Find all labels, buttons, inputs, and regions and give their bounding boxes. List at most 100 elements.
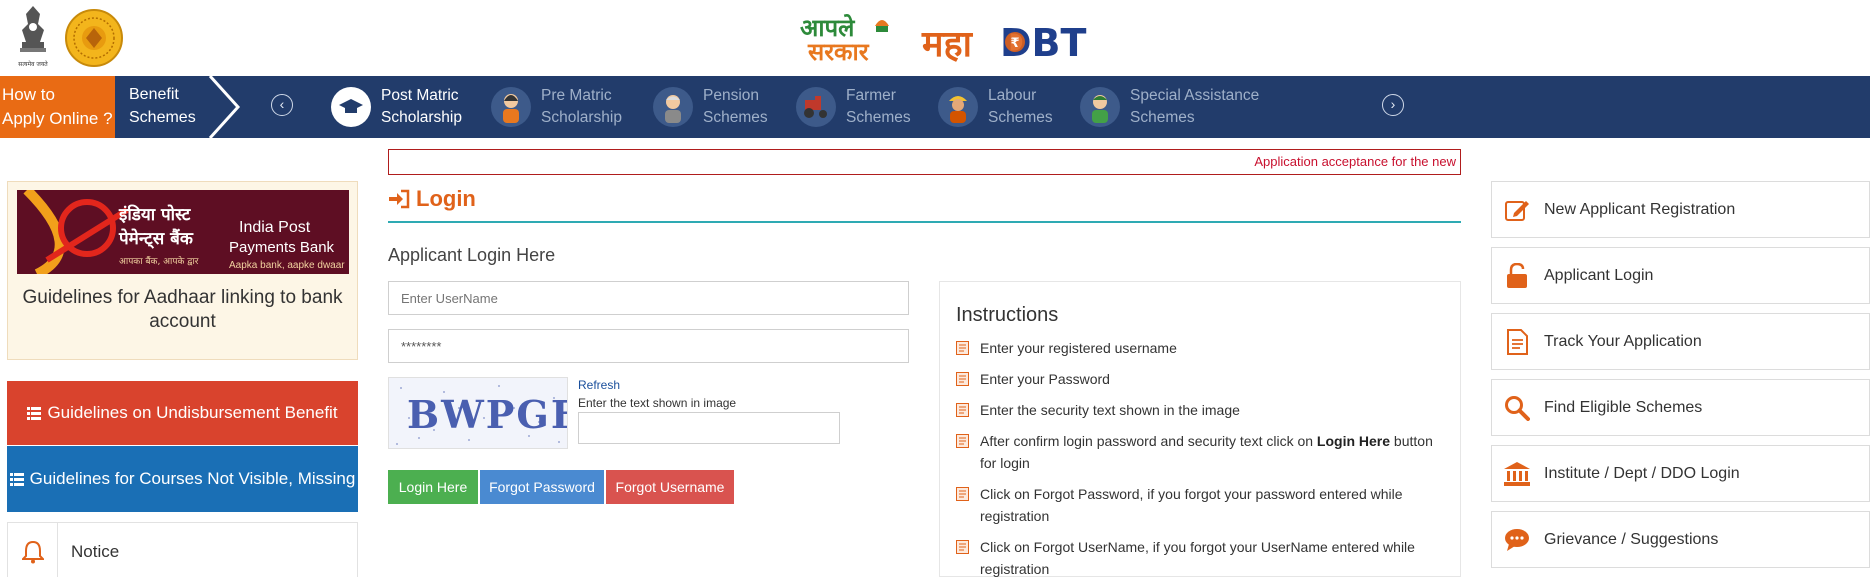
ippb-en-2: Payments Bank — [229, 239, 335, 256]
captcha-label: Enter the text shown in image — [578, 396, 737, 410]
username-input[interactable] — [388, 281, 909, 315]
login-button[interactable]: Login Here — [388, 470, 478, 504]
document-icon — [956, 372, 969, 386]
guidelines-undisbursement-button[interactable]: Guidelines on Undisbursement Benefit — [7, 381, 358, 445]
document-icon — [956, 434, 969, 448]
captcha-image: BWPGF — [388, 377, 568, 449]
how-to-apply-link[interactable]: How to Apply Online ? — [0, 76, 115, 138]
notice-panel[interactable]: Notice — [7, 522, 358, 577]
maharashtra-seal-icon — [65, 9, 123, 67]
ippb-hindi-tag: आपका बैंक, आपके द्वार — [119, 255, 199, 267]
side-label: New Applicant Registration — [1544, 200, 1736, 218]
button-label: Guidelines for Courses Not Visible, Miss… — [29, 469, 356, 488]
tab-label: Labour — [988, 87, 1037, 104]
find-eligible-schemes-button[interactable]: Find Eligible Schemes — [1491, 379, 1870, 436]
login-subtitle: Applicant Login Here — [388, 245, 556, 265]
instructions-title: Instructions — [956, 304, 1059, 326]
institution-icon — [1503, 460, 1531, 488]
graduation-cap-icon — [331, 87, 371, 127]
side-label: Applicant Login — [1544, 266, 1654, 284]
instruction-text: Click on Forgot UserName, if you forgot … — [980, 539, 1415, 577]
scheme-navbar: How to Apply Online ? Benefit Schemes ‹ … — [0, 76, 1870, 138]
brand-sarkar: सरकार — [807, 38, 870, 66]
tractor-icon — [796, 87, 836, 127]
tab-label: Farmer — [846, 87, 896, 104]
marquee-text: Application acceptance for the new — [1254, 154, 1456, 169]
tab-post-matric-scholarship[interactable]: Post Matric Scholarship — [331, 84, 462, 130]
login-title: Login — [416, 186, 476, 211]
tab-label: Pension — [703, 87, 760, 104]
side-label: Track Your Application — [1544, 332, 1702, 350]
nav-next-button[interactable]: › — [1382, 94, 1404, 116]
tab-label: Pre Matric — [541, 87, 612, 104]
grievance-suggestions-button[interactable]: Grievance / Suggestions — [1491, 511, 1870, 568]
list-item: Click on Forgot UserName, if you forgot … — [956, 536, 1446, 577]
chevron-right-icon — [208, 76, 241, 138]
applicant-login-button[interactable]: Applicant Login — [1491, 247, 1870, 304]
ippb-aadhaar-card[interactable]: इंडिया पोस्ट पेमेन्ट्स बैंक आपका बैंक, आ… — [7, 181, 358, 360]
ippb-caption: Guidelines for Aadhaar linking to bank a… — [22, 287, 343, 332]
side-label: Grievance / Suggestions — [1544, 530, 1719, 548]
institute-dept-ddo-login-button[interactable]: Institute / Dept / DDO Login — [1491, 445, 1870, 502]
list-icon — [27, 407, 42, 420]
tab-pension-schemes[interactable]: Pension Schemes — [653, 84, 768, 130]
unlock-icon — [1503, 262, 1531, 290]
nav-prev-button[interactable]: ‹ — [271, 94, 293, 116]
instruction-text: Enter your registered username — [980, 340, 1177, 356]
elderly-person-icon — [653, 87, 693, 127]
side-label: Institute / Dept / DDO Login — [1544, 464, 1740, 482]
announcement-marquee: Application acceptance for the new — [388, 149, 1461, 175]
list-item: After confirm login password and securit… — [956, 430, 1446, 474]
tab-label: Scholarship — [381, 109, 462, 126]
new-applicant-registration-button[interactable]: New Applicant Registration — [1491, 181, 1870, 238]
document-icon — [956, 540, 969, 554]
instruction-text: After confirm login password and securit… — [980, 433, 1317, 449]
password-input[interactable] — [388, 329, 909, 363]
tab-label: Post Matric — [381, 87, 459, 104]
guidelines-courses-button[interactable]: Guidelines for Courses Not Visible, Miss… — [7, 446, 358, 512]
document-icon — [956, 403, 969, 417]
captcha-refresh-link[interactable]: Refresh — [578, 378, 620, 392]
ippb-logo-icon: इंडिया पोस्ट पेमेन्ट्स बैंक आपका बैंक, आ… — [23, 190, 345, 274]
document-icon — [956, 487, 969, 501]
howto-line1: How to — [2, 85, 55, 104]
howto-line2: Apply Online ? — [2, 109, 113, 128]
instructions-list: Enter your registered username Enter you… — [956, 337, 1446, 577]
labour-worker-icon — [938, 87, 978, 127]
sign-in-icon — [389, 189, 410, 209]
tab-label: Schemes — [988, 109, 1053, 126]
list-item: Enter your Password — [956, 368, 1446, 390]
forgot-username-button[interactable]: Forgot Username — [606, 470, 734, 504]
national-emblem-icon: सत्यमेव जयते — [18, 6, 48, 68]
tab-label: Schemes — [1130, 109, 1195, 126]
instructions-panel: Instructions Enter your registered usern… — [939, 281, 1461, 577]
ippb-en-tag: Aapka bank, aapke dwaar — [229, 260, 345, 271]
ippb-en-1: India Post — [239, 219, 311, 236]
site-header: सत्यमेव जयते आपले सरकार महा DBT ₹ — [0, 0, 1870, 76]
list-icon — [9, 473, 24, 486]
chat-icon — [1503, 526, 1531, 554]
document-icon — [1503, 328, 1531, 356]
assistant-person-icon — [1080, 87, 1120, 127]
mahadbt-logo: आपले सरकार महा DBT ₹ — [800, 14, 1087, 66]
ippb-hindi-1: इंडिया पोस्ट — [118, 204, 192, 225]
tab-label: Schemes — [846, 109, 911, 126]
tab-farmer-schemes[interactable]: Farmer Schemes — [796, 84, 911, 130]
forgot-password-button[interactable]: Forgot Password — [480, 470, 604, 504]
search-icon — [1503, 394, 1531, 422]
document-icon — [956, 341, 969, 355]
instruction-text: Enter the security text shown in the ima… — [980, 402, 1240, 418]
captcha-text: BWPGF — [407, 392, 568, 437]
brand-maha: महा — [921, 24, 974, 65]
instruction-text: Enter your Password — [980, 371, 1110, 387]
notice-label: Notice — [71, 542, 120, 561]
list-item: Enter your registered username — [956, 337, 1446, 359]
tab-labour-schemes[interactable]: Labour Schemes — [938, 84, 1053, 130]
ippb-hindi-2: पेमेन्ट्स बैंक — [118, 228, 194, 249]
ippb-banner: इंडिया पोस्ट पेमेन्ट्स बैंक आपका बैंक, आ… — [17, 190, 349, 274]
track-application-button[interactable]: Track Your Application — [1491, 313, 1870, 370]
tab-special-assistance-schemes[interactable]: Special Assistance Schemes — [1080, 84, 1259, 130]
tab-pre-matric-scholarship[interactable]: Pre Matric Scholarship — [491, 84, 622, 130]
svg-text:₹: ₹ — [1010, 36, 1019, 51]
captcha-input[interactable] — [578, 412, 840, 444]
